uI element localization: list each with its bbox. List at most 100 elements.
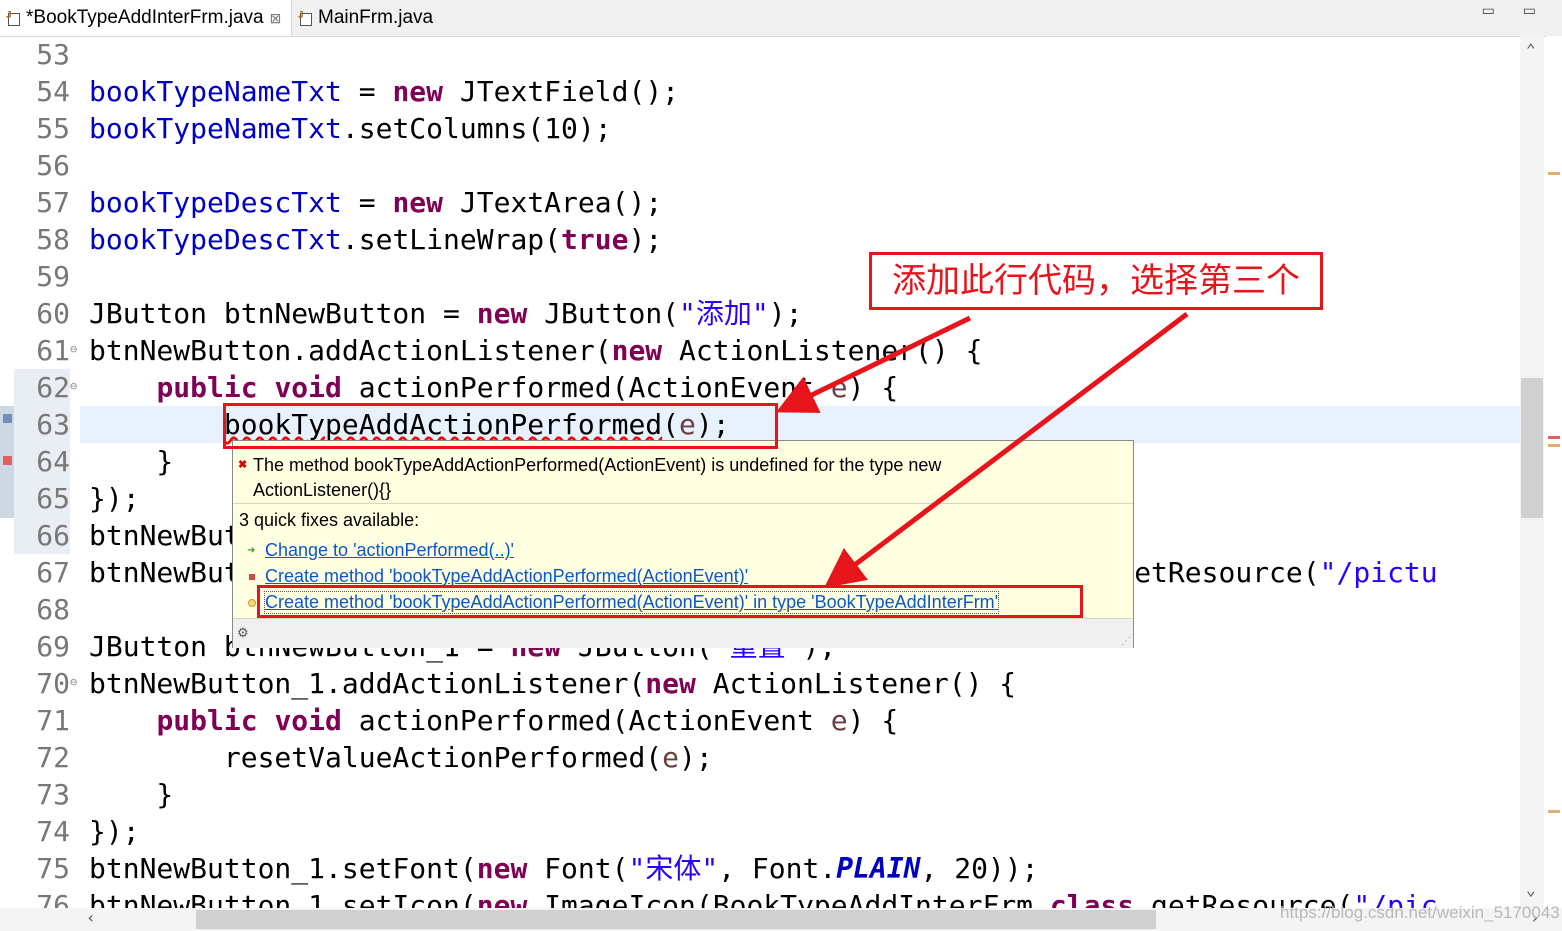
create-method-in-type-icon: [248, 599, 256, 607]
fix-create-method[interactable]: Create method 'bookTypeAddActionPerforme…: [265, 566, 748, 587]
code-token: bookTypeDescTxt: [89, 186, 342, 219]
code-token: });: [89, 482, 140, 515]
code-token: "添加": [679, 297, 769, 330]
line-number: 55: [36, 112, 70, 145]
close-tab-icon[interactable]: ⊠: [270, 10, 282, 27]
scroll-left-icon[interactable]: ‹: [86, 908, 96, 927]
code-line[interactable]: 62 ⊖ public void actionPerformed(ActionEv…: [0, 369, 1520, 406]
code-text: btnNewButton_1.setFont(new Font("宋体", Fo…: [89, 850, 1039, 887]
code-token: resetValueActionPerformed(: [89, 741, 663, 774]
code-line[interactable]: 55 bookTypeNameTxt.setColumns(10);: [0, 110, 1520, 147]
line-number: 54: [36, 75, 70, 108]
code-token: ActionListener() {: [695, 667, 1017, 700]
popup-footer: ⚙ ⋰: [233, 618, 1133, 648]
window-controls[interactable]: ▭ ▭: [1482, 2, 1548, 19]
fix-count: 3 quick fixes available:: [239, 510, 420, 530]
code-token: ActionListener() {: [662, 334, 983, 367]
code-text: });: [89, 480, 140, 517]
code-token: btnNewButton.addActionListener(: [89, 334, 612, 367]
code-token: new: [611, 334, 663, 367]
bookmark-icon: [3, 414, 12, 423]
code-line[interactable]: 57 bookTypeDescTxt = new JTextArea();: [0, 184, 1520, 221]
code-text: }: [89, 776, 173, 813]
code-token: new: [392, 186, 444, 219]
line-number: 53: [36, 38, 70, 71]
warning-mark[interactable]: [1548, 810, 1560, 813]
code-token: bookTypeNameTxt: [89, 75, 342, 108]
code-token: JButton btnNewButton =: [89, 297, 477, 330]
java-file-icon: [6, 10, 22, 26]
code-token: bookTypeDescTxt: [89, 223, 342, 256]
warning-mark[interactable]: [1548, 172, 1560, 175]
code-token: public: [156, 371, 258, 404]
line-number: 61: [36, 334, 70, 367]
settings-icon[interactable]: ⚙: [237, 625, 249, 641]
highlight-box-third-fix: [257, 585, 1083, 618]
scroll-up-icon[interactable]: ⌃: [1526, 40, 1536, 59]
code-token: public: [156, 704, 258, 737]
line-number: 70: [36, 667, 70, 700]
code-token: );: [768, 297, 803, 330]
code-line[interactable]: 70 ⊖ btnNewButton_1.addActionListener(new …: [0, 665, 1520, 702]
overview-ruler[interactable]: [1546, 36, 1562, 908]
code-token: , Font.: [718, 852, 837, 885]
code-token: JButton(: [527, 297, 680, 330]
vertical-scroll-thumb[interactable]: [1521, 378, 1543, 518]
code-token: =: [341, 186, 393, 219]
code-token: bookTypeNameTxt: [89, 112, 342, 145]
code-token: );: [679, 741, 713, 774]
code-line[interactable]: 72 resetValueActionPerformed(e);: [0, 739, 1520, 776]
annotation-label: 添加此行代码，选择第三个: [869, 252, 1323, 310]
error-message: The method bookTypeAddActionPerformed(Ac…: [253, 453, 1053, 503]
code-text: bookTypeDescTxt = new JTextArea();: [89, 184, 662, 221]
code-text: bookTypeDescTxt.setLineWrap(true);: [89, 221, 662, 258]
code-line[interactable]: 74});: [0, 813, 1520, 850]
error-message-line: The method bookTypeAddActionPerformed(Ac…: [253, 455, 942, 475]
code-text: resetValueActionPerformed(e);: [89, 739, 713, 776]
horizontal-scroll-thumb[interactable]: [196, 910, 1156, 929]
code-token: Font(: [527, 852, 629, 885]
line-number: 63: [36, 408, 70, 441]
editor-tab-bar: *BookTypeAddInterFrm.java ⊠ MainFrm.java…: [0, 0, 1562, 37]
line-number: 67: [36, 556, 70, 589]
code-token: actionPerformed(ActionEvent: [341, 704, 831, 737]
code-line[interactable]: 61 ⊖ btnNewButton.addActionListener(new Ac…: [0, 332, 1520, 369]
code-line[interactable]: 54 bookTypeNameTxt = new JTextField();: [0, 73, 1520, 110]
tab-mainfrm[interactable]: MainFrm.java: [292, 0, 442, 36]
tab-label: MainFrm.java: [318, 7, 434, 28]
create-method-icon: [249, 574, 255, 580]
code-text: btnNewButton.addActionListener(new Actio…: [89, 332, 982, 369]
error-mark[interactable]: [1548, 436, 1560, 439]
line-number: 76: [36, 889, 70, 908]
code-token: new: [645, 667, 696, 700]
fold-toggle-icon[interactable]: ⊖: [70, 675, 77, 689]
code-token: new: [476, 889, 528, 908]
code-token: btnNewButton_1.addActionListener(: [89, 667, 646, 700]
code-text: bookTypeNameTxt = new JTextField();: [89, 73, 679, 110]
fold-toggle-icon[interactable]: ⊖: [70, 379, 77, 393]
code-token: }: [89, 445, 174, 478]
code-line[interactable]: 75 btnNewButton_1.setFont(new Font("宋体", …: [0, 850, 1520, 887]
code-line[interactable]: 71 public void actionPerformed(ActionEve…: [0, 702, 1520, 739]
fold-toggle-icon[interactable]: ⊖: [70, 342, 77, 356]
code-token: .setLineWrap(: [341, 223, 562, 256]
line-number: 69: [36, 630, 70, 663]
warning-mark[interactable]: [1548, 444, 1560, 447]
code-token: new: [476, 852, 528, 885]
code-line[interactable]: 53: [0, 36, 1520, 73]
code-token: ) {: [847, 704, 899, 737]
resize-grip-icon[interactable]: ⋰: [1121, 636, 1131, 647]
tab-booktypeaddinterfrm[interactable]: *BookTypeAddInterFrm.java ⊠: [0, 0, 292, 36]
fix-change-to-actionperformed[interactable]: Change to 'actionPerformed(..)': [265, 540, 514, 561]
highlight-box-method-call: [223, 403, 778, 449]
code-line[interactable]: 56: [0, 147, 1520, 184]
code-token: }: [89, 778, 174, 811]
code-token: PLAIN: [836, 852, 921, 885]
code-line[interactable]: 73 }: [0, 776, 1520, 813]
code-token: });: [89, 815, 140, 848]
scroll-down-icon[interactable]: ⌄: [1526, 880, 1536, 899]
code-text: btnNewButton_1.setIcon(new ImageIcon(Boo…: [89, 887, 1438, 908]
